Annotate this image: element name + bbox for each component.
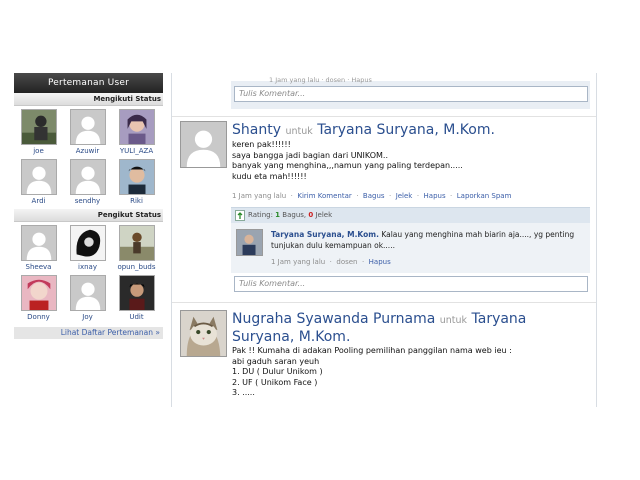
untuk-label: untuk [285, 126, 313, 137]
send-comment-link[interactable]: Kirim Komentar [297, 192, 351, 200]
comment-input[interactable]: Tulis Komentar... [234, 86, 588, 102]
rating-icon [235, 210, 245, 221]
friend-name: ixnay [78, 263, 97, 271]
following-section-label: Mengikuti Status [14, 93, 163, 106]
post-time: 1 Jam yang lalu [232, 192, 287, 200]
see-all-friends-link[interactable]: Lihat Daftar Pertemanan » [14, 327, 163, 339]
avatar [118, 275, 155, 311]
post-meta: 1 Jam yang lalu · Kirim Komentar · Bagus… [232, 192, 512, 200]
avatar [20, 109, 57, 145]
friend-name: joe [33, 147, 44, 155]
default-avatar-icon [69, 275, 106, 311]
default-avatar-icon[interactable] [180, 121, 227, 168]
friend-yuli-aza[interactable]: YULI_AZA [112, 109, 161, 159]
reply-meta: 1 Jam yang lalu · dosen · Hapus [271, 258, 391, 266]
friend-ardi[interactable]: Ardi [14, 159, 63, 209]
comment-input[interactable]: Tulis Komentar... [234, 276, 588, 292]
default-avatar-icon [20, 159, 57, 195]
post-divider [172, 302, 596, 303]
post-body: keren pak!!!!!! saya bangga jadi bagian … [232, 140, 463, 181]
avatar [118, 159, 155, 195]
sidebar-title: Pertemanan User [14, 73, 163, 93]
post-body: Pak !! Kumaha di adakan Pooling pemiliha… [232, 346, 512, 397]
friend-name: Ardi [31, 197, 46, 205]
reply-delete-link[interactable]: Hapus [369, 258, 391, 266]
friend-name: Riki [130, 197, 143, 205]
status-feed: 1 Jam yang lalu · dosen · Hapus Tulis Ko… [171, 73, 597, 407]
rating-bad-count: 0 [308, 211, 314, 219]
followers-grid: Sheeva ixnay opun_buds Donny Joy Udit [14, 222, 163, 325]
friends-sidebar: Pertemanan User Mengikuti Status joe Azu… [14, 73, 163, 343]
avatar[interactable] [236, 229, 263, 256]
friend-ixnay[interactable]: ixnay [63, 225, 112, 275]
delete-link[interactable]: Hapus [424, 192, 446, 200]
friend-sheeva[interactable]: Sheeva [14, 225, 63, 275]
following-grid: joe Azuwir YULI_AZA Ardi sendhy Riki [14, 106, 163, 209]
post-target-link[interactable]: Taryana Suryana, M.Kom. [317, 122, 495, 138]
post-header: Nugraha Syawanda Purnama untuk Taryana S… [232, 311, 592, 345]
friend-name: Udit [129, 313, 144, 321]
default-avatar-icon [20, 225, 57, 261]
post-header: Shanty untuk Taryana Suryana, M.Kom. [232, 122, 592, 140]
default-avatar-icon [69, 159, 106, 195]
page-viewport: Pertemanan User Mengikuti Status joe Azu… [0, 73, 640, 407]
reply-role: dosen [336, 258, 358, 266]
default-avatar-icon [69, 109, 106, 145]
friend-donny[interactable]: Donny [14, 275, 63, 325]
report-spam-link[interactable]: Laporkan Spam [457, 192, 512, 200]
rating-bad-label: Jelek [315, 211, 333, 219]
friend-name: Azuwir [75, 147, 100, 155]
reply-box: Taryana Suryana, M.Kom. Kalau yang mengh… [231, 223, 590, 273]
post-divider [172, 116, 596, 117]
friend-name: YULI_AZA [119, 147, 154, 155]
previous-comment-meta: 1 Jam yang lalu · dosen · Hapus [269, 76, 372, 84]
friend-sendhy[interactable]: sendhy [63, 159, 112, 209]
friend-name: Sheeva [25, 263, 52, 271]
friend-name: Joy [82, 313, 93, 321]
followers-section-label: Pengikut Status [14, 209, 163, 222]
friend-joe[interactable]: joe [14, 109, 63, 159]
friend-azuwir[interactable]: Azuwir [63, 109, 112, 159]
friend-udit[interactable]: Udit [112, 275, 161, 325]
reply-time: 1 Jam yang lalu [271, 258, 326, 266]
friend-name: Donny [27, 313, 50, 321]
friend-opun-buds[interactable]: opun_buds [112, 225, 161, 275]
post-author-link[interactable]: Shanty [232, 122, 281, 138]
untuk-label: untuk [439, 315, 468, 326]
rating-label: Rating: [248, 211, 273, 219]
post-author-link[interactable]: Nugraha Syawanda Purnama [232, 311, 435, 327]
rating-good-label: Bagus, [282, 211, 307, 219]
reply-text-block: Taryana Suryana, M.Kom. Kalau yang mengh… [271, 229, 589, 251]
avatar [118, 109, 155, 145]
avatar [69, 225, 106, 261]
friend-name: sendhy [74, 197, 101, 205]
reply-author-link[interactable]: Taryana Suryana, M.Kom. [271, 230, 379, 239]
dislike-link[interactable]: Jelek [396, 192, 413, 200]
like-link[interactable]: Bagus [363, 192, 385, 200]
avatar[interactable] [180, 310, 227, 357]
friend-joy[interactable]: Joy [63, 275, 112, 325]
rating-good-count: 1 [275, 211, 281, 219]
avatar [20, 275, 57, 311]
friend-riki[interactable]: Riki [112, 159, 161, 209]
rating-bar: Rating: 1 Bagus, 0 Jelek [231, 207, 590, 223]
friend-name: opun_buds [117, 263, 156, 271]
avatar [118, 225, 155, 261]
